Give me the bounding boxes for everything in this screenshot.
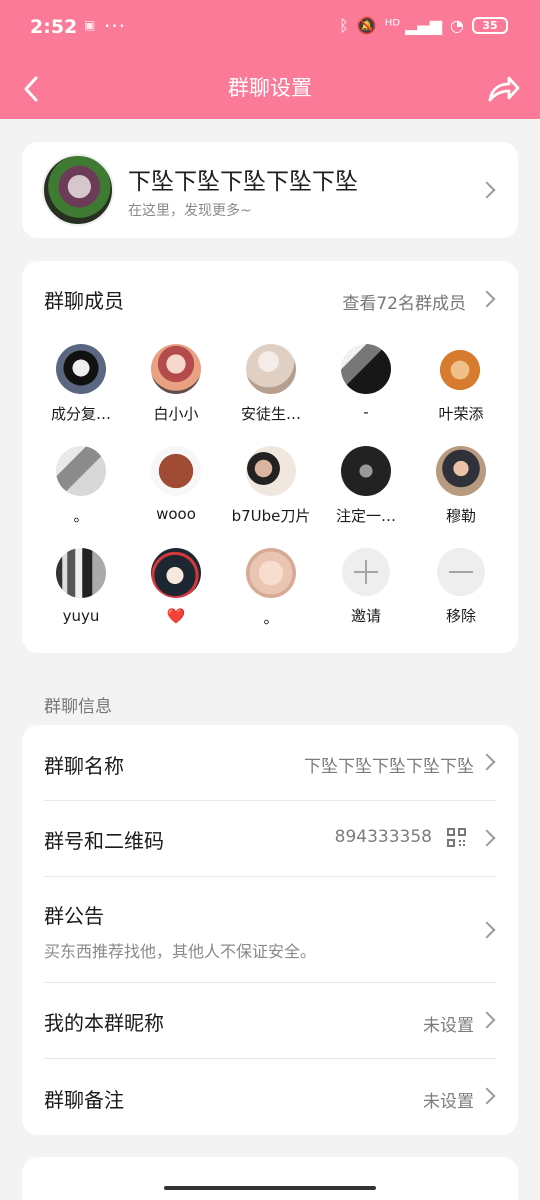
member-avatar[interactable]: [341, 344, 391, 394]
member-avatar[interactable]: [56, 446, 106, 496]
member-item[interactable]: -: [318, 344, 414, 421]
member-name: 。: [73, 507, 89, 525]
group-discover-subtitle: 在这里，发现更多~: [128, 203, 252, 219]
member-item[interactable]: 成分复…: [33, 344, 129, 424]
member-avatar[interactable]: [246, 548, 296, 598]
member-avatar[interactable]: [151, 446, 201, 496]
member-name: 白小小: [153, 405, 199, 423]
group-info-section-label: 群聊信息: [44, 697, 112, 717]
my-group-nickname-row[interactable]: 我的本群昵称 未设置: [44, 983, 496, 1058]
member-name: 安徒生…: [240, 405, 301, 423]
member-item[interactable]: 。: [223, 548, 319, 628]
member-item[interactable]: 白小小: [128, 344, 224, 424]
member-avatar[interactable]: [56, 344, 106, 394]
notification-icon: ▣: [84, 18, 96, 32]
member-name: yuyu: [62, 607, 100, 625]
member-name: -: [363, 403, 369, 421]
members-title: 群聊成员: [44, 289, 124, 313]
member-avatar[interactable]: [341, 446, 391, 496]
member-name: ❤️: [166, 607, 186, 625]
group-notice-text: 买东西推荐找他，其他人不保证安全。: [44, 942, 317, 961]
member-name: 穆勒: [445, 507, 476, 525]
member-item[interactable]: 叶荣添: [413, 344, 509, 424]
member-item[interactable]: 穆勒: [413, 446, 509, 526]
chevron-right-icon: [478, 921, 496, 939]
status-bar: 2:52 ▣ ··· ᛒ 🔕 ᴴᴰ ▂▄▆ ◔ 35: [0, 0, 540, 58]
member-name: 。: [263, 609, 279, 627]
member-item[interactable]: 注定一…: [318, 446, 414, 526]
group-name: 下坠下坠下坠下坠下坠: [128, 169, 358, 195]
page-title: 群聊设置: [228, 76, 312, 100]
member-avatar[interactable]: [436, 446, 486, 496]
member-name: 成分复…: [50, 405, 111, 423]
status-icons: ᛒ 🔕 ᴴᴰ ▂▄▆ ◔ 35: [339, 16, 508, 35]
chevron-right-icon: [478, 1087, 496, 1105]
member-name: b7Ube刀片: [231, 507, 311, 525]
member-name: wooo: [156, 505, 196, 523]
member-name: 叶荣添: [438, 405, 484, 423]
group-name-value: 下坠下坠下坠下坠下坠: [304, 757, 474, 777]
chevron-right-icon: [478, 1011, 496, 1029]
group-notice-row[interactable]: 群公告 买东西推荐找他，其他人不保证安全。: [44, 877, 496, 982]
group-avatar[interactable]: [42, 154, 114, 226]
remove-label: 移除: [445, 607, 476, 625]
my-group-nickname-label: 我的本群昵称: [44, 1011, 164, 1035]
mute-icon: 🔕: [356, 16, 377, 35]
member-item[interactable]: wooo: [128, 446, 224, 523]
invite-label: 邀请: [350, 607, 381, 625]
member-avatar[interactable]: [56, 548, 106, 598]
group-remark-row[interactable]: 群聊备注 未设置: [44, 1059, 496, 1134]
group-remark-label: 群聊备注: [44, 1088, 124, 1112]
bluetooth-icon: ᛒ: [339, 16, 349, 35]
chevron-right-icon: [478, 290, 496, 308]
member-avatar[interactable]: [151, 344, 201, 394]
chevron-right-icon: [478, 181, 496, 199]
group-id-value: 894333358: [334, 827, 432, 847]
invite-member-button[interactable]: 邀请: [318, 548, 414, 626]
battery-icon: 35: [472, 17, 508, 34]
member-avatar[interactable]: [246, 446, 296, 496]
member-avatar[interactable]: [246, 344, 296, 394]
group-name-label: 群聊名称: [44, 754, 124, 778]
qr-code-icon[interactable]: [447, 828, 466, 847]
group-remark-value: 未设置: [423, 1092, 474, 1112]
group-name-row[interactable]: 群聊名称 下坠下坠下坠下坠下坠: [44, 725, 496, 800]
chevron-right-icon: [478, 829, 496, 847]
next-settings-card: [22, 1157, 518, 1200]
minus-icon[interactable]: [437, 548, 485, 596]
chevron-right-icon: [478, 753, 496, 771]
member-name: 注定一…: [335, 507, 396, 525]
group-id-row[interactable]: 群号和二维码 894333358: [44, 801, 496, 876]
more-notifications-icon: ···: [104, 14, 127, 38]
plus-icon[interactable]: [342, 548, 390, 596]
member-avatar[interactable]: [436, 344, 486, 394]
member-item[interactable]: ❤️: [128, 548, 224, 625]
member-item[interactable]: b7Ube刀片: [223, 446, 319, 526]
home-indicator[interactable]: [164, 1186, 376, 1190]
group-notice-label: 群公告: [44, 904, 104, 928]
my-group-nickname-value: 未设置: [423, 1016, 474, 1036]
group-info-card: 群聊名称 下坠下坠下坠下坠下坠 群号和二维码 894333358 群公告 买东西…: [22, 725, 518, 1135]
group-members-card: 群聊成员 查看72名群成员 成分复… 白小小 安徒生… - 叶荣添 。 wooo…: [22, 261, 518, 653]
member-item[interactable]: 。: [33, 446, 129, 526]
group-profile-card[interactable]: 下坠下坠下坠下坠下坠 在这里，发现更多~: [22, 142, 518, 238]
member-item[interactable]: yuyu: [33, 548, 129, 625]
share-icon[interactable]: [484, 70, 522, 108]
wifi-icon: ◔: [450, 16, 464, 35]
navigation-bar: 群聊设置: [0, 58, 540, 119]
member-avatar[interactable]: [151, 548, 201, 598]
signal-icon: ᴴᴰ ▂▄▆: [384, 16, 443, 35]
view-all-members-link[interactable]: 查看72名群成员: [342, 289, 466, 314]
group-id-label: 群号和二维码: [44, 829, 164, 853]
remove-member-button[interactable]: 移除: [413, 548, 509, 626]
member-item[interactable]: 安徒生…: [223, 344, 319, 424]
status-time: 2:52: [30, 16, 78, 38]
